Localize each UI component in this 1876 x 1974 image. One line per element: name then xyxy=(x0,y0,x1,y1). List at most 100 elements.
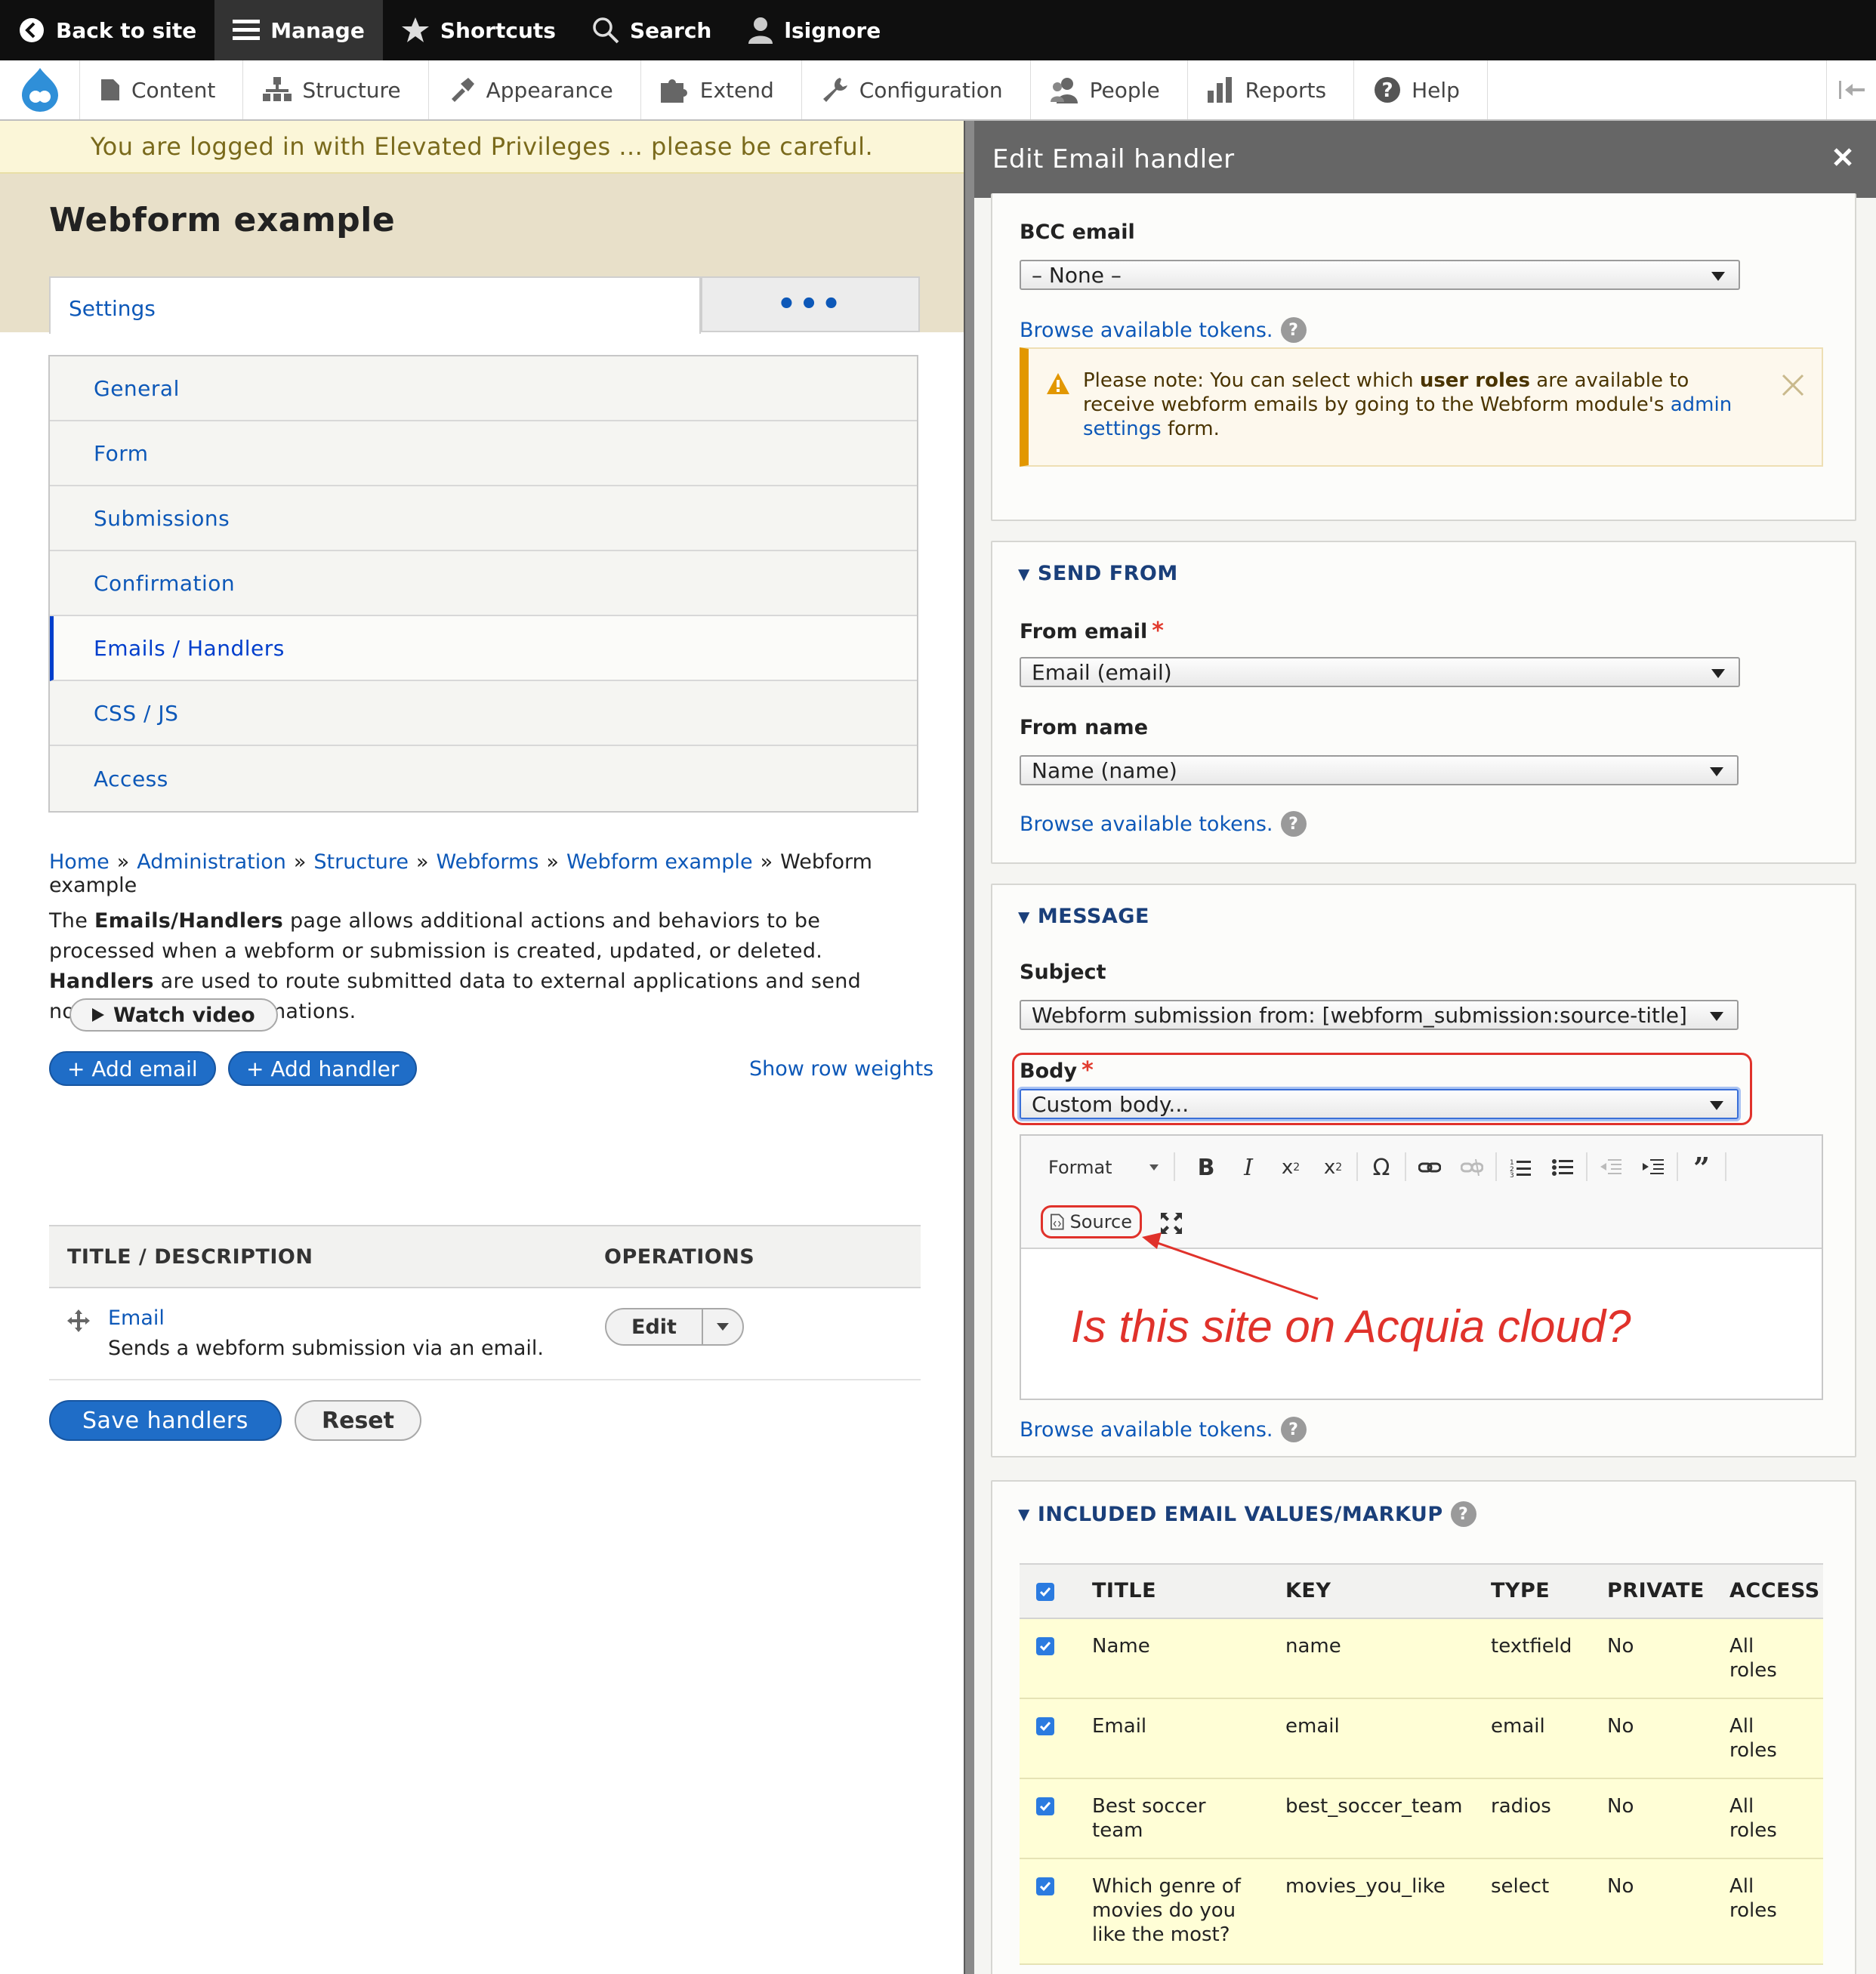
breadcrumb-home[interactable]: Home xyxy=(49,850,110,874)
browse-tokens-link[interactable]: Browse available tokens. xyxy=(1020,813,1273,836)
elevated-privileges-warning: You are logged in with Elevated Privileg… xyxy=(0,121,964,174)
watch-video-button[interactable]: Watch video xyxy=(69,998,278,1032)
tab-more-button[interactable]: ••• xyxy=(701,276,920,332)
link-icon xyxy=(1418,1162,1441,1173)
shortcuts-tab[interactable]: Shortcuts xyxy=(383,0,574,60)
from-email-label-text: From email xyxy=(1020,620,1148,643)
edit-button[interactable]: Edit xyxy=(606,1309,703,1344)
tray-item-extend[interactable]: Extend xyxy=(641,60,802,119)
select-all-checkbox[interactable] xyxy=(1036,1583,1054,1601)
numbered-list-button[interactable]: 123 xyxy=(1501,1151,1539,1184)
subscript-button[interactable]: x2 xyxy=(1272,1151,1310,1184)
included-values-legend[interactable]: ▼ INCLUDED EMAIL VALUES/MARKUP ? xyxy=(1018,1501,1476,1527)
handler-title-link[interactable]: Email xyxy=(108,1306,165,1330)
star-icon xyxy=(401,17,429,42)
help-question-icon[interactable]: ? xyxy=(1280,1417,1307,1442)
breadcrumb: Home» Administration» Structure» Webforms» W… xyxy=(49,850,964,897)
toolbar-separator xyxy=(1495,1152,1497,1181)
subject-value: Webform submission from: [webform_submis… xyxy=(1032,1002,1687,1028)
bold-button[interactable]: B xyxy=(1187,1151,1225,1184)
tray-orientation-toggle[interactable] xyxy=(1826,60,1876,119)
unlink-button[interactable] xyxy=(1453,1151,1491,1184)
dialog-resize-divider[interactable] xyxy=(964,121,974,1974)
drupal-logo[interactable] xyxy=(0,60,80,119)
vtab-submissions[interactable]: Submissions xyxy=(50,486,917,551)
from-name-select[interactable]: Name (name) xyxy=(1020,755,1739,785)
indent-button[interactable] xyxy=(1634,1151,1672,1184)
user-tab[interactable]: lsignore xyxy=(730,0,899,60)
tab-settings[interactable]: Settings xyxy=(49,276,701,334)
manage-tab[interactable]: Manage xyxy=(214,0,383,60)
tray-item-people[interactable]: People xyxy=(1031,60,1188,119)
breadcrumb-administration[interactable]: Administration xyxy=(137,850,286,874)
browse-tokens-link[interactable]: Browse available tokens. xyxy=(1020,1418,1273,1442)
special-character-button[interactable]: Ω xyxy=(1362,1151,1400,1184)
show-row-weights-link[interactable]: Show row weights xyxy=(749,1057,933,1081)
row-checkbox[interactable] xyxy=(1036,1637,1054,1655)
vtab-emails-handlers[interactable]: Emails / Handlers xyxy=(50,616,917,681)
select-caret-icon xyxy=(1711,669,1725,678)
help-question-icon[interactable]: ? xyxy=(1450,1501,1476,1527)
drupal-drop-icon xyxy=(21,68,58,112)
help-question-icon[interactable]: ? xyxy=(1280,317,1307,343)
maximize-button[interactable] xyxy=(1154,1207,1189,1240)
reset-button[interactable]: Reset xyxy=(295,1400,421,1441)
annotation-question: Is this site on Acquia cloud? xyxy=(1071,1301,1631,1352)
breadcrumb-webform-example[interactable]: Webform example xyxy=(566,850,753,874)
format-dropdown[interactable]: Format xyxy=(1036,1152,1169,1183)
drag-handle-icon[interactable] xyxy=(67,1309,90,1332)
indent-icon xyxy=(1643,1159,1664,1174)
vtab-access[interactable]: Access xyxy=(50,746,917,811)
tray-item-appearance[interactable]: Appearance xyxy=(429,60,641,119)
save-handlers-button[interactable]: Save handlers xyxy=(49,1400,282,1441)
row-checkbox[interactable] xyxy=(1036,1717,1054,1735)
breadcrumb-separator: » xyxy=(546,850,559,874)
breadcrumb-structure[interactable]: Structure xyxy=(313,850,409,874)
vtab-css-js[interactable]: CSS / JS xyxy=(50,681,917,746)
message-legend[interactable]: ▼ MESSAGE xyxy=(1018,905,1149,928)
from-email-select[interactable]: Email (email) xyxy=(1020,657,1740,687)
bulleted-list-button[interactable] xyxy=(1544,1151,1581,1184)
help-question-icon[interactable]: ? xyxy=(1280,811,1307,837)
add-handler-button[interactable]: + Add handler xyxy=(228,1051,418,1086)
vtab-form[interactable]: Form xyxy=(50,421,917,486)
tray-item-configuration[interactable]: Configuration xyxy=(802,60,1031,119)
note-text-part: form. xyxy=(1161,418,1220,440)
help-icon: ? xyxy=(1375,77,1401,103)
admin-tray: Content Structure Appearance Extend Conf… xyxy=(0,60,1876,121)
outdent-button[interactable] xyxy=(1592,1151,1630,1184)
source-button[interactable]: Source xyxy=(1041,1205,1142,1238)
send-from-legend[interactable]: ▼ SEND FROM xyxy=(1018,562,1178,585)
search-tab[interactable]: Search xyxy=(574,0,730,60)
cell-type: select xyxy=(1491,1875,1550,1898)
subject-select[interactable]: Webform submission from: [webform_submis… xyxy=(1020,1000,1739,1030)
bcc-email-select[interactable]: – None – xyxy=(1020,260,1740,290)
cell-type: email xyxy=(1491,1715,1545,1738)
row-checkbox[interactable] xyxy=(1036,1797,1054,1815)
tray-item-help[interactable]: ? Help xyxy=(1354,60,1488,119)
browse-tokens-link[interactable]: Browse available tokens. xyxy=(1020,319,1273,342)
italic-button[interactable]: I xyxy=(1230,1151,1267,1184)
intro-bold-handlers: Handlers xyxy=(49,970,154,993)
vtab-general[interactable]: General xyxy=(50,356,917,421)
blockquote-button[interactable]: ” xyxy=(1683,1151,1720,1185)
operations-dropdown-toggle[interactable] xyxy=(703,1309,742,1344)
superscript-button[interactable]: x2 xyxy=(1314,1151,1352,1184)
tray-item-content[interactable]: Content xyxy=(80,60,244,119)
outdent-icon xyxy=(1600,1159,1621,1174)
vtab-confirmation[interactable]: Confirmation xyxy=(50,551,917,616)
bcc-email-label: BCC email xyxy=(1020,221,1135,244)
breadcrumb-webforms[interactable]: Webforms xyxy=(437,850,539,874)
back-to-site-link[interactable]: Back to site xyxy=(0,0,214,60)
close-icon[interactable] xyxy=(1781,373,1805,397)
breadcrumb-separator: » xyxy=(415,850,429,874)
tray-item-structure[interactable]: Structure xyxy=(243,60,429,119)
row-checkbox[interactable] xyxy=(1036,1877,1054,1895)
close-icon[interactable] xyxy=(1828,142,1858,172)
add-email-button[interactable]: + Add email xyxy=(49,1051,216,1086)
handlers-table-header: TITLE / DESCRIPTION OPERATIONS xyxy=(49,1225,921,1288)
tray-item-reports[interactable]: Reports xyxy=(1188,60,1355,119)
puzzle-icon xyxy=(660,79,687,103)
table-row: Which genre of movies do you like the mo… xyxy=(1020,1859,1823,1965)
link-button[interactable] xyxy=(1411,1151,1449,1184)
